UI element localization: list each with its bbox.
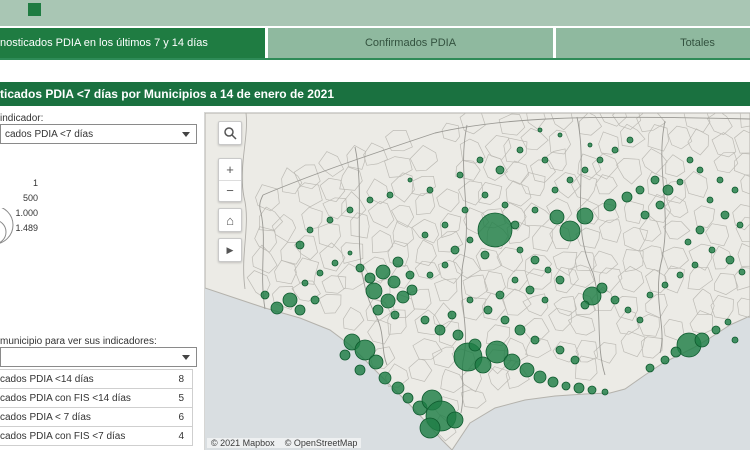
size-legend-value: 1 xyxy=(0,176,38,191)
chevron-down-icon xyxy=(182,132,190,137)
search-icon xyxy=(223,126,237,140)
row-value: 4 xyxy=(166,431,192,442)
row-label: cados PDIA con FIS <14 días xyxy=(0,393,166,404)
indicator-dropdown[interactable]: cados PDIA <7 días xyxy=(0,124,197,144)
municipio-dropdown[interactable] xyxy=(0,347,197,367)
size-legend-circles xyxy=(0,208,14,248)
indicator-dropdown-value: cados PDIA <7 días xyxy=(5,129,93,140)
row-value: 6 xyxy=(166,412,192,423)
row-value: 8 xyxy=(166,374,192,385)
indicator-table: cados PDIA <14 días 8 cados PDIA con FIS… xyxy=(0,369,193,446)
size-legend-value: 500 xyxy=(0,191,38,206)
map-attribution: © 2021 Mapbox © OpenStreetMap xyxy=(207,438,361,448)
tab-confirmados-pdia[interactable]: Confirmados PDIA xyxy=(268,28,553,58)
zoom-out-icon: − xyxy=(226,183,234,198)
row-value: 5 xyxy=(166,393,192,404)
page-title-text: ticados PDIA <7 días por Municipios a 14… xyxy=(0,87,334,101)
indicator-label: indicador: xyxy=(0,113,43,124)
row-label: cados PDIA con FIS <7 días xyxy=(0,431,166,442)
tab-label: Totales xyxy=(680,37,715,49)
chevron-down-icon xyxy=(182,355,190,360)
tab-label: Confirmados PDIA xyxy=(365,37,456,49)
municipio-label: municipio para ver sus indicadores: xyxy=(0,336,157,347)
search-button[interactable] xyxy=(218,121,242,145)
logo-mark xyxy=(28,3,41,16)
table-row[interactable]: cados PDIA con FIS <14 días 5 xyxy=(0,389,192,408)
tab-label: nosticados PDIA en los últimos 7 y 14 dí… xyxy=(0,37,208,49)
table-row[interactable]: cados PDIA <14 días 8 xyxy=(0,370,192,389)
page-title: ticados PDIA <7 días por Municipios a 14… xyxy=(0,82,750,106)
row-label: cados PDIA <14 días xyxy=(0,374,166,385)
bubble-map[interactable] xyxy=(205,113,750,450)
land-shape xyxy=(205,113,750,450)
zoom-in-button[interactable]: + xyxy=(219,159,241,180)
table-row[interactable]: cados PDIA con FIS <7 días 4 xyxy=(0,427,192,446)
tab-underline xyxy=(0,58,750,60)
tab-diagnosticados-pdia[interactable]: nosticados PDIA en los últimos 7 y 14 dí… xyxy=(0,28,265,58)
zoom-out-button[interactable]: − xyxy=(219,181,241,202)
expand-arrow-icon: ▶ xyxy=(227,245,234,256)
zoom-in-icon: + xyxy=(226,162,234,177)
expand-button[interactable]: ▶ xyxy=(218,238,242,262)
table-row[interactable]: cados PDIA < 7 días 6 xyxy=(0,408,192,427)
header-band xyxy=(0,0,750,26)
row-label: cados PDIA < 7 días xyxy=(0,412,166,423)
zoom-controls: + − xyxy=(218,158,242,202)
dashboard: nosticados PDIA en los últimos 7 y 14 dí… xyxy=(0,0,750,450)
sidebar: indicador: cados PDIA <7 días 1 500 1.00… xyxy=(0,113,200,450)
osm-attribution-link[interactable]: © OpenStreetMap xyxy=(285,438,358,448)
home-button[interactable]: ⌂ xyxy=(218,208,242,232)
tab-totales[interactable]: Totales xyxy=(556,28,750,58)
home-icon: ⌂ xyxy=(226,213,234,228)
mapbox-attribution-link[interactable]: © 2021 Mapbox xyxy=(211,438,275,448)
map-pane[interactable]: + − ⌂ ▶ © 2021 Mapbox © OpenStreetMap xyxy=(205,113,750,450)
